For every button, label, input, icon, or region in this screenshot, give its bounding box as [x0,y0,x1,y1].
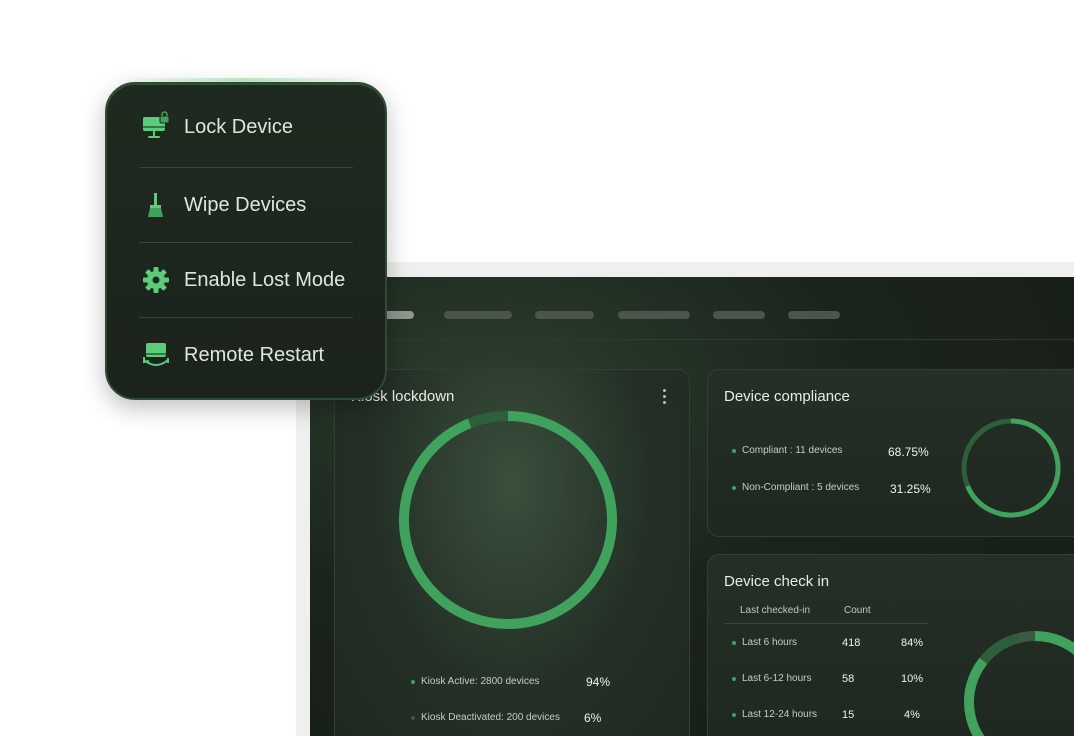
monitor-restart-icon [141,340,171,370]
checkin-slice-last-6-hours [964,631,1074,736]
checkin-slice-last-12-24-hours [1016,631,1036,644]
device-compliance-card: Device compliance Compliant : 11 devices… [707,369,1074,537]
menu-item-enable-lost-mode[interactable]: Enable Lost Mode [141,265,345,295]
compliance-slice-non-compliant [961,418,1012,487]
legend-label: Kiosk Active: 2800 devices [421,676,540,687]
menu-item-lock-device[interactable]: Lock Device [141,111,293,142]
menu-divider [139,317,353,318]
kiosk-slice-kiosk-deactivated [467,411,509,429]
legend-dot [411,679,415,684]
nav-divider [310,339,1074,340]
menu-divider [139,242,353,243]
checkin-donut-chart [964,631,1074,736]
kiosk-legend-active: Kiosk Active: 2800 devices [411,676,539,687]
device-actions-menu: Lock Device Wipe Devices Enable Lost Mod… [105,82,387,400]
device-checkin-card: Device check in Last checked-in Count La… [707,554,1074,736]
menu-item-label: Lock Device [184,115,293,138]
nav-tab-3[interactable] [535,311,594,319]
nav-tab-6[interactable] [788,311,840,319]
kiosk-legend-deactivated: Kiosk Deactivated: 200 devices [411,712,560,723]
legend-dot [411,715,415,720]
compliance-donut-chart [961,418,1061,518]
kiosk-deactivated-value: 6% [584,711,602,725]
monitor-lock-icon [141,111,171,142]
menu-item-wipe-devices[interactable]: Wipe Devices [141,190,306,220]
kiosk-slice-kiosk-active [399,411,617,629]
menu-item-label: Enable Lost Mode [184,268,346,291]
checkin-slice-last-6-12-hours [979,633,1020,665]
compliance-slice-compliant [965,418,1061,518]
nav-tab-5[interactable] [713,311,765,319]
nav-tab-4[interactable] [618,311,690,319]
gear-icon [141,265,171,295]
nav-tab-2[interactable] [444,311,512,319]
menu-item-remote-restart[interactable]: Remote Restart [141,340,324,370]
kiosk-lockdown-card: Kiosk lockdown Kiosk Active: 2800 device… [334,369,690,736]
menu-item-label: Remote Restart [184,343,325,366]
legend-label: Kiosk Deactivated: 200 devices [421,712,560,723]
dashboard-window: Kiosk lockdown Kiosk Active: 2800 device… [310,277,1074,736]
menu-item-label: Wipe Devices [184,193,307,216]
kiosk-active-value: 94% [586,675,611,689]
broom-icon [141,190,171,220]
menu-divider [139,167,353,168]
